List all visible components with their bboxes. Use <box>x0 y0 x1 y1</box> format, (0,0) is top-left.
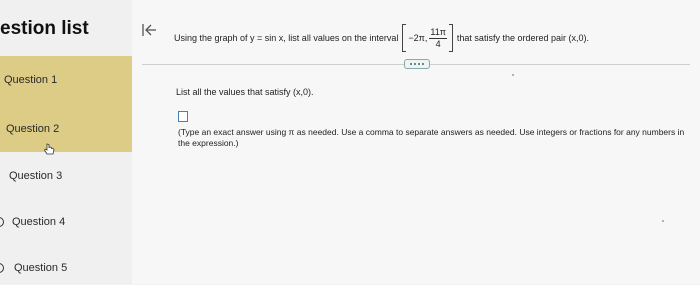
interval-fraction: 11π 4 <box>429 27 447 50</box>
dot-icon <box>414 63 416 65</box>
arrow-left-bar-icon[interactable] <box>140 22 158 38</box>
question-item-3[interactable]: Question 3 <box>0 160 132 192</box>
interval-left: −2π, <box>408 33 428 43</box>
interval-expression: −2π, 11π 4 <box>402 24 453 52</box>
speck <box>662 220 664 222</box>
question-sidebar: estion list Question 1 Question 2 Questi… <box>0 0 132 284</box>
speck <box>512 74 514 76</box>
answer-instruction: List all the values that satisfy (x,0). <box>176 87 314 97</box>
question-label: Question 3 <box>9 170 63 182</box>
prompt-text-end: that satisfy the ordered pair (x,0). <box>456 33 589 43</box>
dot-icon <box>418 63 420 65</box>
answer-input[interactable] <box>178 111 188 122</box>
question-label: Question 5 <box>14 262 68 274</box>
question-panel: Using the graph of y = sin x, list all v… <box>132 0 700 284</box>
hand-cursor-icon <box>43 143 55 155</box>
fraction-numerator: 11π <box>429 26 447 39</box>
right-bracket <box>448 24 453 52</box>
prompt-text: Using the graph of y = sin x, list all v… <box>174 33 399 43</box>
expand-more-button[interactable] <box>404 59 430 69</box>
dot-icon <box>422 63 424 65</box>
question-label: Question 4 <box>12 216 66 228</box>
dot-icon <box>410 63 412 65</box>
status-circle-icon <box>0 263 4 273</box>
fraction-denominator: 4 <box>435 38 441 49</box>
question-item-1[interactable]: Question 1 <box>0 56 132 104</box>
status-circle-icon <box>0 217 4 227</box>
answer-hint: (Type an exact answer using π as needed.… <box>178 127 685 148</box>
question-item-5[interactable]: Question 5 <box>0 253 132 285</box>
question-item-2[interactable]: Question 2 <box>0 104 132 155</box>
sidebar-title: estion list <box>0 18 89 39</box>
question-label: Question 1 <box>4 74 58 86</box>
question-prompt: Using the graph of y = sin x, list all v… <box>174 24 589 52</box>
question-label: Question 2 <box>6 123 60 135</box>
question-item-4[interactable]: Question 4 <box>0 207 132 239</box>
